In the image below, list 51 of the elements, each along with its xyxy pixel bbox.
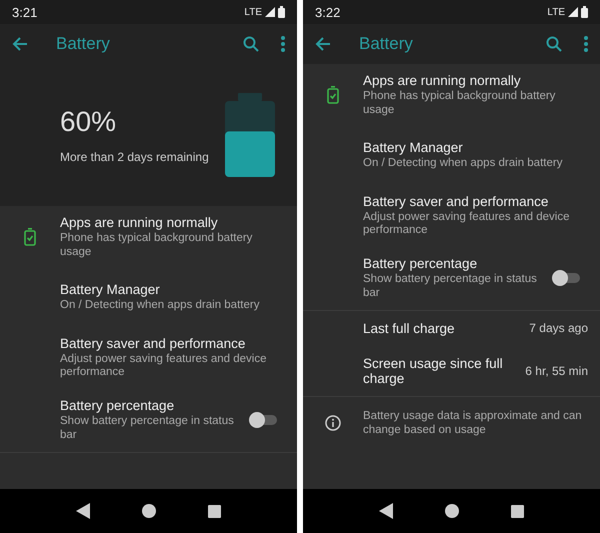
back-nav-icon[interactable] bbox=[76, 503, 90, 519]
setting-title[interactable]: Battery saver and performance bbox=[60, 336, 277, 351]
remaining-time: More than 2 days remaining bbox=[60, 150, 209, 164]
toggle-switch[interactable] bbox=[249, 412, 277, 428]
toggle-switch[interactable] bbox=[552, 270, 580, 286]
search-icon[interactable] bbox=[546, 36, 562, 52]
battery-status-icon bbox=[581, 6, 588, 18]
recents-nav-icon[interactable] bbox=[208, 504, 221, 518]
setting-summary: On / Detecting when apps drain battery bbox=[60, 299, 260, 313]
network-type: LTE bbox=[547, 6, 565, 18]
setting-summary: Phone has typical background battery usage bbox=[363, 90, 556, 118]
status-time: 3:22 bbox=[315, 4, 340, 20]
setting-summary: Show battery percentage in status bar bbox=[60, 415, 235, 443]
app-bar-title: Battery bbox=[359, 34, 414, 54]
more-options-icon[interactable] bbox=[584, 36, 588, 52]
setting-summary: Adjust power saving features and device performance bbox=[363, 210, 570, 238]
setting-title[interactable]: Apps are running normally bbox=[60, 215, 277, 230]
more-options-icon[interactable] bbox=[281, 36, 285, 52]
battery-percent: 60% bbox=[60, 106, 118, 138]
signal-icon bbox=[265, 7, 275, 17]
battery-level-icon bbox=[225, 93, 275, 177]
stat-value: 7 days ago bbox=[529, 321, 588, 336]
info-note: Battery usage data is approximate and can change based on usage bbox=[363, 408, 583, 438]
back-nav-icon[interactable] bbox=[379, 503, 393, 519]
home-nav-icon[interactable] bbox=[445, 504, 459, 518]
setting-title[interactable]: Battery percentage bbox=[60, 398, 237, 414]
stat-label[interactable]: Screen usage since full charge bbox=[363, 356, 518, 386]
setting-title[interactable]: Battery Manager bbox=[363, 140, 580, 156]
setting-summary: On / Detecting when apps drain battery bbox=[363, 157, 564, 171]
setting-title[interactable]: Apps are running normally bbox=[363, 73, 580, 88]
setting-summary: Adjust power saving features and device performance bbox=[60, 352, 268, 380]
network-type: LTE bbox=[244, 6, 262, 18]
battery-status-icon bbox=[278, 6, 285, 18]
setting-title[interactable]: Battery percentage bbox=[363, 256, 540, 272]
setting-summary: Show battery percentage in status bar bbox=[363, 273, 538, 301]
info-icon bbox=[325, 415, 341, 432]
app-bar-title: Battery bbox=[56, 34, 111, 54]
back-arrow-icon[interactable] bbox=[12, 36, 28, 52]
setting-title[interactable]: Battery saver and performance bbox=[363, 194, 580, 209]
setting-summary: Phone has typical background battery usage bbox=[60, 232, 254, 260]
home-nav-icon[interactable] bbox=[142, 504, 156, 518]
stat-label[interactable]: Last full charge bbox=[363, 320, 522, 336]
battery-check-icon bbox=[327, 86, 339, 104]
stat-value: 6 hr, 55 min bbox=[525, 364, 588, 378]
search-icon[interactable] bbox=[243, 36, 259, 52]
back-arrow-icon[interactable] bbox=[315, 36, 331, 52]
battery-check-icon bbox=[24, 228, 36, 246]
recents-nav-icon[interactable] bbox=[511, 504, 524, 518]
setting-title[interactable]: Battery Manager bbox=[60, 282, 277, 298]
status-time: 3:21 bbox=[12, 4, 38, 20]
signal-icon bbox=[568, 7, 578, 17]
